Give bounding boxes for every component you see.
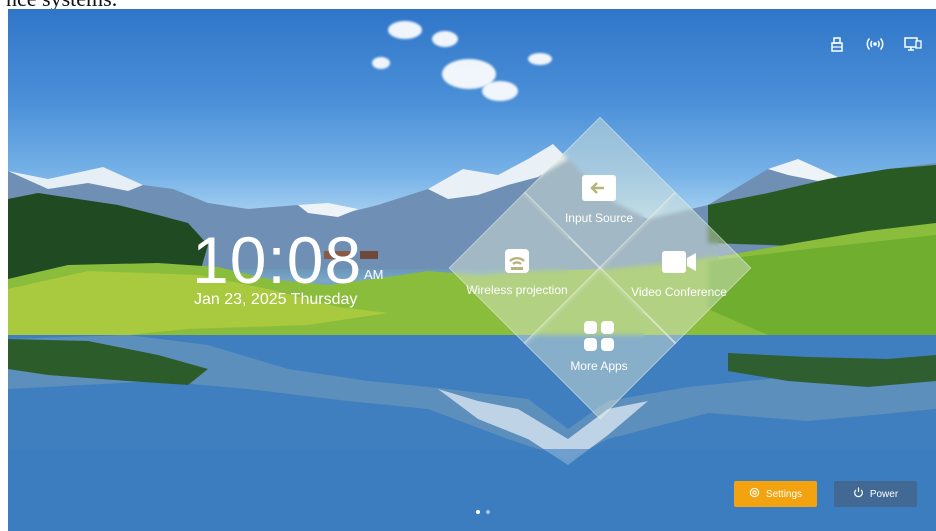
input-source-label: Input Source bbox=[564, 211, 634, 225]
power-label: Power bbox=[869, 488, 899, 500]
more-apps-label: More Apps bbox=[570, 359, 628, 373]
status-bar bbox=[828, 35, 922, 53]
settings-label: Settings bbox=[765, 488, 803, 500]
video-conference-label: Video Conference bbox=[631, 285, 727, 299]
wireless-projection-icon bbox=[505, 249, 529, 273]
wireless-signal-icon[interactable] bbox=[866, 35, 884, 53]
power-icon bbox=[853, 487, 864, 501]
page-dot[interactable] bbox=[486, 510, 490, 514]
more-apps-tile[interactable]: More Apps bbox=[524, 321, 674, 421]
clock-ampm: AM bbox=[364, 267, 384, 282]
power-button[interactable]: Power bbox=[834, 481, 917, 507]
home-screen: 10:08 AM Jan 23, 2025 Thursday Input Sou… bbox=[8, 9, 936, 531]
settings-button[interactable]: Settings bbox=[734, 481, 817, 507]
page-dot[interactable] bbox=[476, 510, 480, 514]
network-icon[interactable] bbox=[904, 35, 922, 53]
clock-widget: 10:08 AM Jan 23, 2025 Thursday bbox=[192, 223, 384, 308]
caption-fragment: nce systems. bbox=[0, 0, 936, 9]
usb-icon[interactable] bbox=[828, 35, 846, 53]
apps-grid-icon bbox=[584, 321, 614, 351]
settings-icon bbox=[749, 487, 760, 501]
input-source-icon bbox=[582, 175, 616, 201]
page-indicator bbox=[476, 510, 490, 514]
clock-date: Jan 23, 2025 Thursday bbox=[194, 291, 358, 308]
clock-time: 10:08 bbox=[192, 223, 363, 297]
video-camera-icon bbox=[662, 249, 696, 275]
wireless-projection-label: Wireless projection bbox=[466, 283, 568, 297]
